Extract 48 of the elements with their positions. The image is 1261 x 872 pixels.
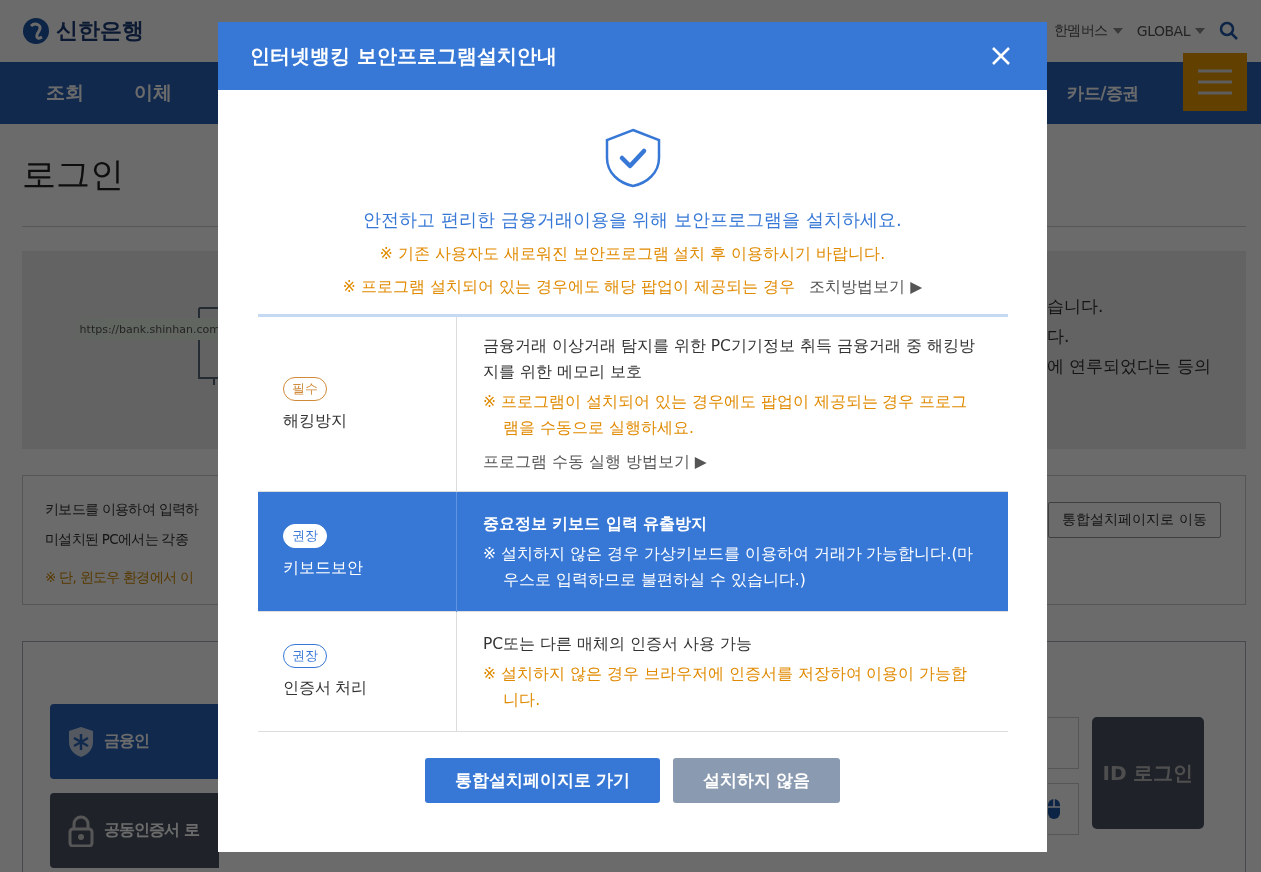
shield-icon bbox=[68, 725, 94, 758]
banner-text: 다. bbox=[1047, 325, 1071, 347]
notice-text: ※ 프로그램 설치되어 있는 경우에도 해당 팝업이 제공되는 경우 bbox=[342, 277, 796, 298]
nav-item[interactable]: 카드/증권 bbox=[1067, 82, 1139, 103]
badge: 필수 bbox=[282, 376, 327, 401]
description-title: 중요정보 키보드 입력 유출방지 bbox=[483, 513, 709, 535]
warning-text: ※ 프로그램이 설치되어 있는 경우에도 팝업이 제공되는 경우 프로그램을 수동으로 실행하세요. bbox=[483, 392, 969, 439]
notice-text: 미설치된 PC에서는 각종 bbox=[45, 530, 190, 549]
banner-text: 습니다. bbox=[1047, 295, 1105, 317]
caret-icon bbox=[1112, 28, 1123, 34]
notice-text: 키보드를 이용하여 입력하 bbox=[45, 500, 200, 519]
warning-text: ※ 설치하지 않은 경우 가상키보드를 이용하여 거래가 가능합니다.(마우스로 입력하므로 불편하실 수 있습니다.) bbox=[483, 543, 975, 591]
nav-item[interactable]: 이체 bbox=[134, 80, 172, 106]
lock-icon bbox=[68, 814, 94, 847]
install-page-button[interactable]: 통합설치페이지로 이동 bbox=[1048, 502, 1221, 538]
program-name: 해킹방지 bbox=[282, 410, 348, 432]
install-button[interactable]: 통합설치페이지로 가기 bbox=[425, 758, 660, 803]
description-text: PC또는 다른 매체의 인증서 사용 가능 bbox=[483, 633, 753, 655]
login-button[interactable]: 공동인증서 로 bbox=[50, 793, 219, 868]
program-name: 인증서 처리 bbox=[282, 678, 369, 699]
shield-check-icon bbox=[604, 128, 661, 188]
logo-icon bbox=[22, 17, 50, 45]
header-link[interactable]: GLOBAL bbox=[1136, 23, 1190, 39]
close-icon bbox=[991, 46, 1011, 66]
login-button[interactable]: 금융인 bbox=[50, 704, 219, 779]
guide-link[interactable]: 프로그램 수동 실행 방법보기 ▶ bbox=[483, 449, 978, 475]
description-text: 금융거래 이상거래 탐지를 위한 PC기기정보 취득 금융거래 중 해킹방지를 위한 메모리 보호 bbox=[483, 336, 976, 383]
nav-item[interactable]: 조회 bbox=[46, 80, 84, 106]
program-row[interactable]: 권장 인증서 처리 PC또는 다른 매체의 인증서 사용 가능 ※ 설치하지 않은 경우 브라우저에 인증서를 저장하여 이용이 가능합니다. bbox=[257, 611, 1008, 732]
caret-icon bbox=[1195, 28, 1205, 34]
skip-button[interactable]: 설치하지 않음 bbox=[673, 758, 840, 803]
warning-text: ※ 설치하지 않은 경우 브라우저에 인증서를 저장하여 이용이 가능합니다. bbox=[483, 663, 969, 711]
warning-text: ※ 단, 윈도우 환경에서 이 bbox=[45, 568, 195, 587]
input-field[interactable] bbox=[1048, 717, 1079, 769]
program-row[interactable]: 권장 키보드보안 중요정보 키보드 입력 유출방지 ※ 설치하지 않은 경우 가상키보드를 이용하여 거래가 가능합니다.(마우스로 입력하므로 불편하실 수 있습니다.) bbox=[257, 491, 1008, 612]
badge: 권장 bbox=[282, 524, 327, 548]
program-name: 키보드보안 bbox=[282, 558, 364, 579]
logo-text: 신한은행 bbox=[56, 17, 144, 45]
search-icon[interactable] bbox=[1219, 21, 1239, 41]
dialog-title: 인터넷뱅킹 보안프로그램설치안내 bbox=[250, 42, 557, 70]
guide-link[interactable]: 조치방법보기 ▶ bbox=[809, 277, 923, 298]
input-field[interactable] bbox=[1048, 783, 1079, 835]
banner-text: 에 연루되었다는 등의 bbox=[1047, 355, 1212, 377]
header-link[interactable]: 한멤버스 bbox=[1053, 22, 1108, 40]
menu-icon bbox=[1198, 69, 1232, 95]
badge: 권장 bbox=[282, 644, 327, 668]
program-row[interactable]: 필수 해킹방지 금융거래 이상거래 탐지를 위한 PC기기정보 취득 금융거래 중 해킹방지를 위한 메모리 보호 ※ 프로그램이 설치되어 있는 경우에도 팝업이 제공되는 경우 프로그램을 수동으로 실행하세요. 프로그램 수동 실행 방법보기 ▶ bbox=[257, 315, 1008, 492]
notice-text: ※ 기존 사용자도 새로워진 보안프로그램 설치 후 이용하시기 바랍니다. bbox=[379, 244, 886, 265]
